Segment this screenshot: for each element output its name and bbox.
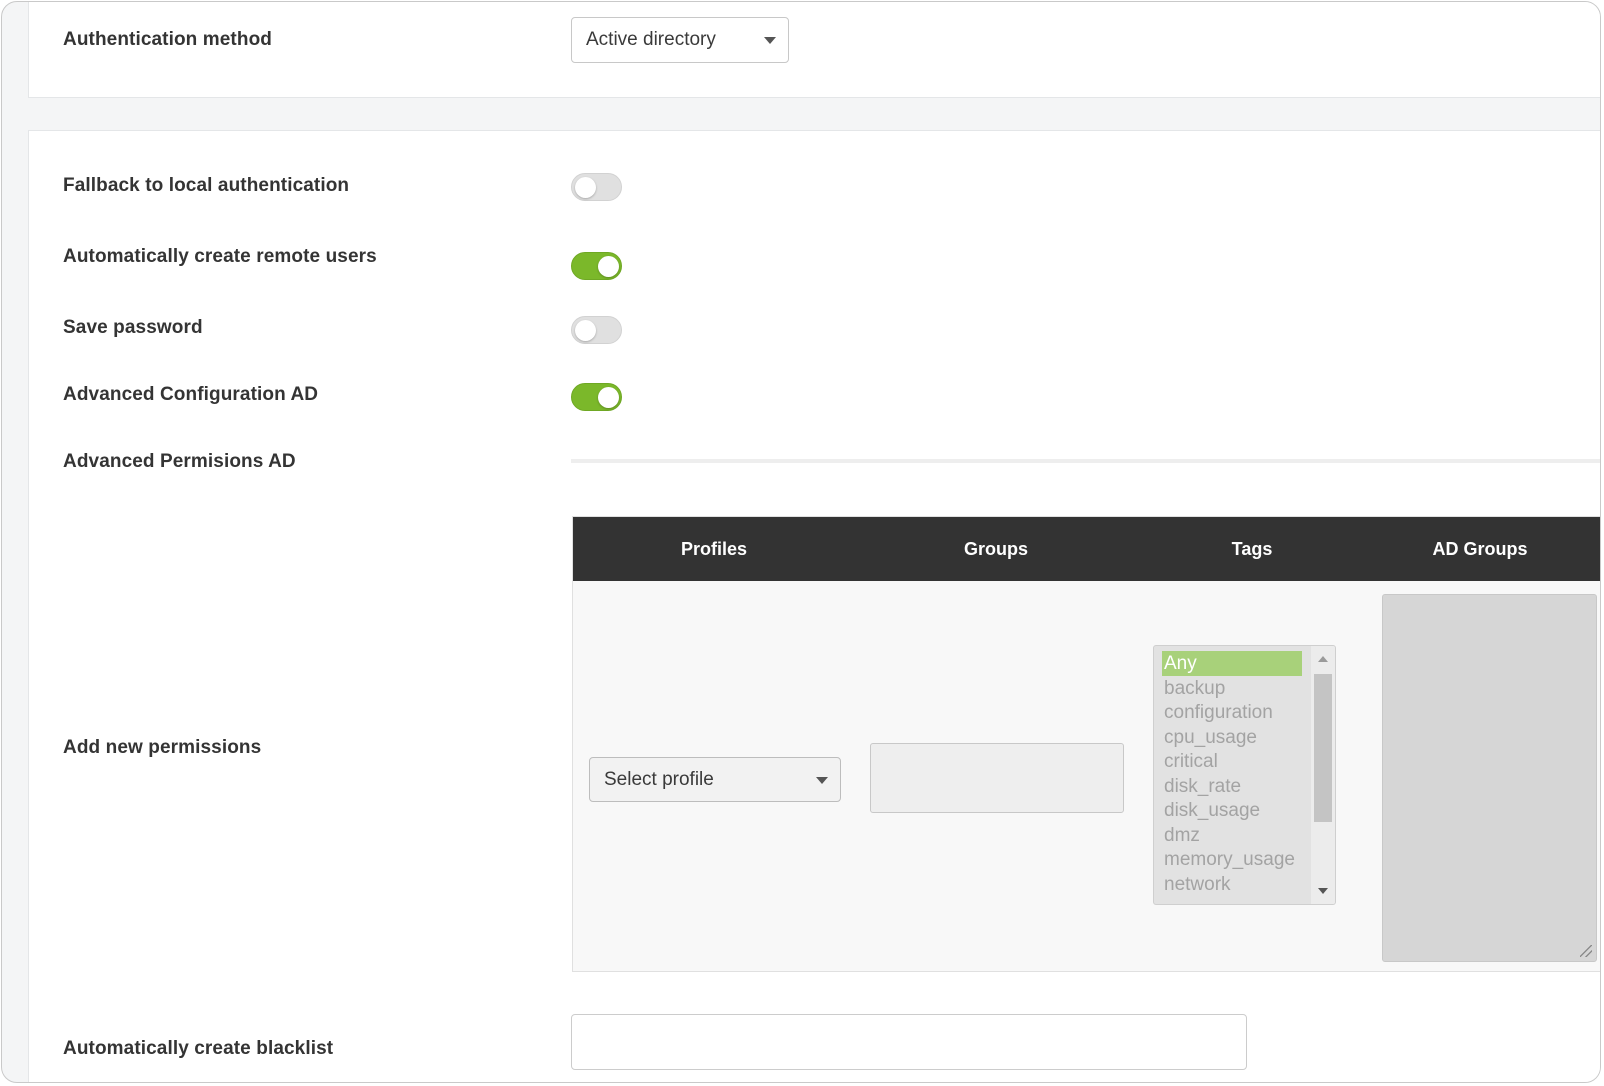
profile-select-value: Select profile [604,768,714,790]
blacklist-input[interactable] [571,1014,1247,1070]
advanced-config-toggle[interactable] [571,383,622,411]
advanced-config-label: Advanced Configuration AD [63,384,319,405]
column-header-ad-groups: AD Groups [1432,539,1528,559]
tag-option[interactable]: disk_usage [1162,798,1302,823]
column-header-profiles: Profiles [680,539,748,559]
resize-handle-icon[interactable] [1580,945,1592,957]
fallback-toggle[interactable] [571,173,622,201]
tag-option[interactable]: Any [1162,651,1302,676]
tag-option[interactable]: dmz [1162,823,1302,848]
section-divider [571,459,1600,463]
tags-multiselect[interactable]: Any backup configuration cpu_usage critical d… [1153,645,1336,905]
tag-option[interactable]: disk_rate [1162,774,1302,799]
chevron-down-icon [816,776,828,784]
toggle-knob [575,320,596,341]
auto-create-users-toggle[interactable] [571,252,622,280]
tag-option[interactable]: network [1162,872,1302,897]
settings-frame: Authentication method Active directory F… [1,1,1601,1083]
save-password-toggle[interactable] [571,316,622,344]
chevron-down-icon [764,37,776,44]
groups-input[interactable] [870,743,1124,813]
fallback-label: Fallback to local authentication [63,175,350,196]
tag-option[interactable]: critical [1162,749,1302,774]
save-password-label: Save password [63,317,203,338]
toggle-knob [598,387,619,408]
add-permissions-label: Add new permissions [63,737,262,758]
permissions-table: Profiles Groups Tags AD Groups Select pr… [572,516,1600,972]
profile-select[interactable]: Select profile [589,757,841,802]
column-header-tags: Tags [1231,539,1273,559]
auth-method-label: Authentication method [63,29,272,50]
permissions-table-header: Profiles Groups Tags AD Groups [573,517,1600,581]
tag-option[interactable]: cpu_usage [1162,725,1302,750]
scroll-thumb[interactable] [1314,674,1332,822]
toggle-knob [575,177,596,198]
auto-create-users-label: Automatically create remote users [63,246,377,267]
toggle-knob [598,256,619,277]
scroll-down-icon[interactable] [1318,888,1328,894]
scroll-up-icon[interactable] [1318,656,1328,662]
tag-option[interactable]: configuration [1162,700,1302,725]
tags-scrollbar[interactable] [1311,646,1335,904]
column-header-groups: Groups [963,539,1028,559]
tag-option[interactable]: memory_usage [1162,847,1302,872]
ad-groups-textarea[interactable] [1382,594,1597,962]
advanced-permissions-label: Advanced Permisions AD [63,451,296,472]
auth-method-select[interactable]: Active directory [571,17,789,63]
tag-option[interactable]: backup [1162,676,1302,701]
blacklist-label: Automatically create blacklist [63,1038,334,1059]
auth-method-value: Active directory [586,29,716,50]
